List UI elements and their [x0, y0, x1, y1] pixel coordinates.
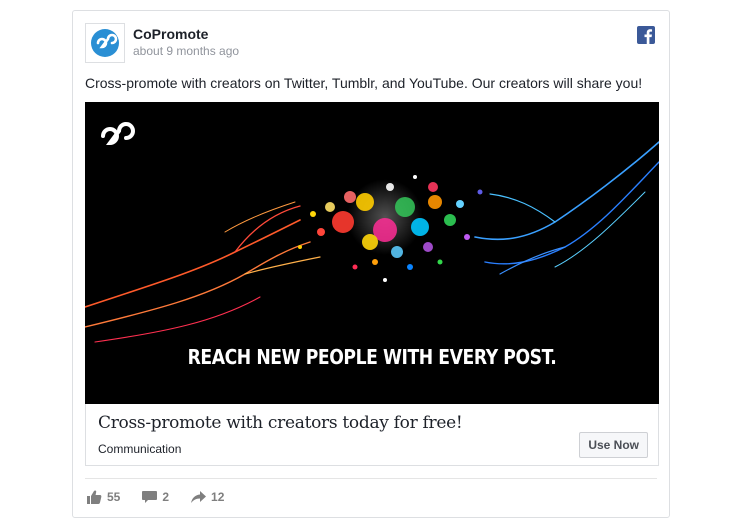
page-name[interactable]: CoPromote: [133, 26, 208, 42]
copromote-logo-icon: [91, 29, 119, 57]
share-count: 12: [211, 490, 225, 504]
ad-card: CoPromote about 9 months ago Cross-promo…: [72, 10, 670, 518]
banner-headline: REACH NEW PEOPLE WITH EVERY POST.: [187, 345, 557, 369]
reaction-bar: 55 2 12: [87, 490, 246, 504]
comment-icon: [142, 490, 158, 503]
share-arrow-icon: [191, 491, 207, 503]
like-action[interactable]: 55: [87, 490, 120, 504]
like-count: 55: [107, 490, 121, 504]
link-category: Communication: [98, 442, 182, 456]
share-action[interactable]: 12: [191, 490, 224, 504]
use-now-button[interactable]: Use Now: [579, 432, 648, 458]
page-avatar[interactable]: [85, 23, 125, 63]
link-preview[interactable]: Cross-promote with creators today for fr…: [85, 404, 659, 466]
link-title[interactable]: Cross-promote with creators today for fr…: [98, 413, 463, 433]
actions-divider: [85, 478, 657, 479]
facebook-icon[interactable]: [637, 26, 655, 44]
post-text: Cross-promote with creators on Twitter, …: [85, 75, 643, 91]
ad-image[interactable]: REACH NEW PEOPLE WITH EVERY POST.: [85, 102, 659, 404]
copromote-logo-icon: [101, 122, 135, 146]
comment-count: 2: [162, 490, 170, 504]
comment-action[interactable]: 2: [142, 490, 169, 504]
post-timestamp[interactable]: about 9 months ago: [133, 44, 239, 58]
thumbs-up-icon: [87, 490, 102, 504]
